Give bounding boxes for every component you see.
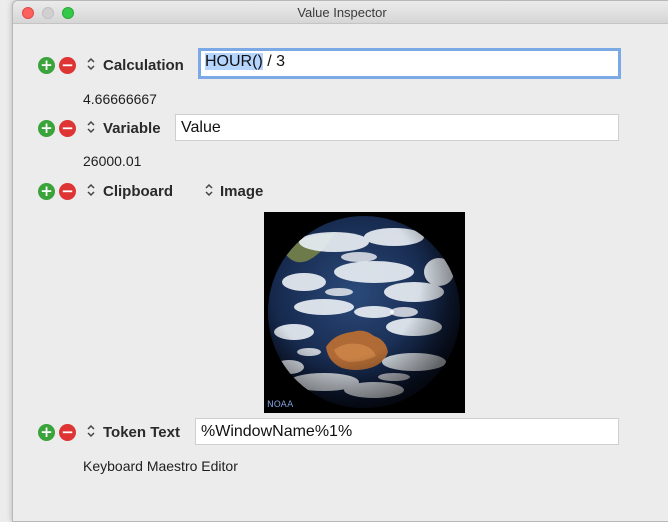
variable-result: 26000.01	[83, 153, 142, 169]
type-stepper-icon[interactable]	[86, 54, 96, 78]
remove-icon[interactable]: −	[59, 57, 76, 74]
remove-icon[interactable]: −	[59, 424, 76, 441]
remove-icon[interactable]: −	[59, 183, 76, 200]
token-text-result: Keyboard Maestro Editor	[83, 458, 238, 474]
calculation-row: + − Calculation HOUR() / 3	[38, 48, 628, 79]
token-text-input[interactable]: %WindowName%1%	[195, 418, 619, 445]
type-stepper-icon[interactable]	[86, 117, 96, 141]
format-stepper-icon[interactable]	[204, 180, 214, 204]
selected-text: HOUR()	[205, 53, 263, 70]
calculation-input[interactable]: HOUR() / 3	[198, 48, 621, 79]
clipboard-format-label[interactable]: Image	[220, 183, 263, 200]
add-icon[interactable]: +	[38, 120, 55, 137]
unselected-text: / 3	[262, 53, 285, 70]
token-text-row: + − Token Text %WindowName%1%	[38, 418, 628, 446]
calculation-result: 4.66666667	[83, 91, 157, 107]
add-icon[interactable]: +	[38, 183, 55, 200]
titlebar: Value Inspector	[13, 1, 668, 24]
image-logo-text: NOAA	[267, 400, 294, 410]
variable-label: Variable	[103, 120, 161, 137]
token-text-label: Token Text	[103, 424, 180, 441]
variable-input[interactable]: Value	[175, 114, 619, 141]
clipboard-image: NOAA	[264, 212, 465, 413]
clipboard-label: Clipboard	[103, 183, 173, 200]
add-icon[interactable]: +	[38, 424, 55, 441]
add-icon[interactable]: +	[38, 57, 55, 74]
clipboard-row: + − Clipboard Image	[38, 177, 628, 205]
type-stepper-icon[interactable]	[86, 180, 96, 204]
calculation-label: Calculation	[103, 57, 184, 74]
window-title: Value Inspector	[297, 5, 387, 20]
remove-icon[interactable]: −	[59, 120, 76, 137]
type-stepper-icon[interactable]	[86, 421, 96, 445]
earth-image	[268, 216, 460, 408]
variable-row: + − Variable Value	[38, 114, 628, 142]
